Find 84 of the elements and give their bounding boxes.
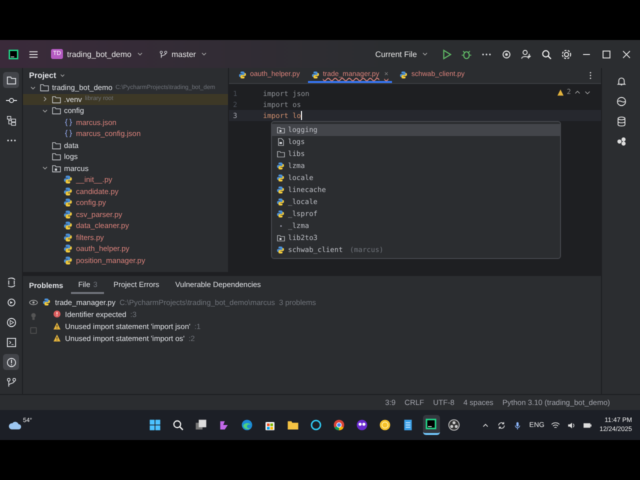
chevron-right-icon[interactable] — [41, 95, 49, 104]
browser-icon — [241, 419, 254, 431]
taskbar-app[interactable] — [422, 415, 440, 435]
python-file-icon — [277, 186, 285, 194]
python-file-icon — [64, 175, 73, 184]
eye-icon[interactable] — [28, 298, 38, 307]
database-icon[interactable] — [616, 116, 626, 127]
browser-icon — [333, 419, 346, 431]
warning-icon — [556, 88, 564, 96]
package-folder-icon — [277, 234, 285, 242]
python-file-icon — [64, 256, 73, 265]
folder-icon — [287, 419, 300, 431]
python-file-icon — [277, 246, 285, 254]
folder-icon — [277, 150, 285, 158]
git-branch-icon — [6, 376, 16, 388]
python-file-icon — [277, 174, 285, 182]
chevron-down-icon — [200, 50, 208, 58]
debug-icon[interactable] — [461, 48, 472, 60]
ide-logo-icon — [8, 48, 19, 60]
python-file-icon — [64, 210, 73, 219]
assistant-icon[interactable] — [501, 48, 512, 60]
text-cursor — [300, 111, 302, 120]
python-file-icon — [239, 70, 247, 78]
app-icon — [379, 419, 392, 431]
speaker-icon[interactable] — [567, 420, 576, 430]
store-icon — [264, 419, 276, 431]
settings-icon[interactable] — [561, 48, 572, 60]
search-icon — [172, 419, 184, 431]
terminal-icon — [6, 336, 16, 348]
notepad-icon — [402, 419, 414, 431]
git-branch-icon — [158, 50, 168, 58]
python-file-icon — [64, 232, 73, 242]
wifi-icon[interactable] — [551, 420, 560, 430]
tool-window-button[interactable] — [3, 354, 19, 370]
package-folder-icon — [277, 126, 285, 134]
chevron-down-icon — [59, 72, 66, 78]
package-folder-icon — [52, 164, 61, 173]
sync-icon[interactable] — [497, 420, 506, 430]
add-user-icon[interactable] — [521, 48, 532, 60]
problems-icon — [6, 356, 16, 368]
run-config-selector[interactable]: Current File — [372, 48, 432, 60]
task-view-icon — [195, 419, 208, 431]
start-icon — [149, 419, 162, 431]
run-icon[interactable] — [441, 48, 452, 60]
python-file-icon — [400, 70, 408, 78]
chevron-down-icon[interactable] — [41, 164, 49, 172]
python-file-icon — [64, 221, 73, 230]
panel-title[interactable]: Project — [23, 68, 228, 82]
python-file-icon — [277, 210, 285, 218]
bell-icon[interactable] — [616, 76, 626, 87]
chevron-down-icon[interactable] — [29, 84, 37, 92]
python-file-icon — [43, 298, 51, 306]
python-file-icon — [64, 244, 73, 254]
console-icon — [6, 276, 16, 288]
menu-icon[interactable] — [28, 48, 39, 60]
run-icon — [6, 316, 16, 328]
folder-icon — [6, 74, 16, 86]
close-icon[interactable] — [621, 48, 632, 60]
python-file-icon — [277, 162, 285, 170]
python-file-icon — [64, 198, 73, 208]
python-file-icon — [64, 186, 73, 196]
json-file-icon — [64, 118, 73, 127]
services-icon — [6, 296, 16, 308]
json-file-icon — [64, 129, 73, 138]
app-icon — [218, 419, 230, 431]
maximize-icon[interactable] — [601, 48, 612, 60]
chevron-down-icon — [421, 50, 429, 58]
microphone-icon[interactable] — [513, 420, 522, 430]
battery-icon[interactable] — [583, 420, 592, 430]
recorder-icon — [448, 419, 460, 431]
chevron-down-icon — [136, 50, 144, 58]
chevron-down-icon[interactable] — [41, 106, 49, 115]
python-file-icon — [277, 198, 285, 206]
plugin-icon[interactable] — [616, 136, 626, 147]
structure-icon — [6, 114, 16, 126]
ide-icon — [425, 418, 438, 430]
spiral-icon[interactable] — [616, 96, 626, 107]
tool-window-button[interactable] — [3, 72, 19, 88]
python-file-icon — [312, 70, 320, 78]
ring-icon — [310, 419, 322, 431]
branch-selector[interactable]: master — [156, 48, 211, 60]
search-icon[interactable] — [541, 48, 552, 60]
file-icon — [277, 138, 285, 146]
app-icon — [356, 419, 368, 431]
